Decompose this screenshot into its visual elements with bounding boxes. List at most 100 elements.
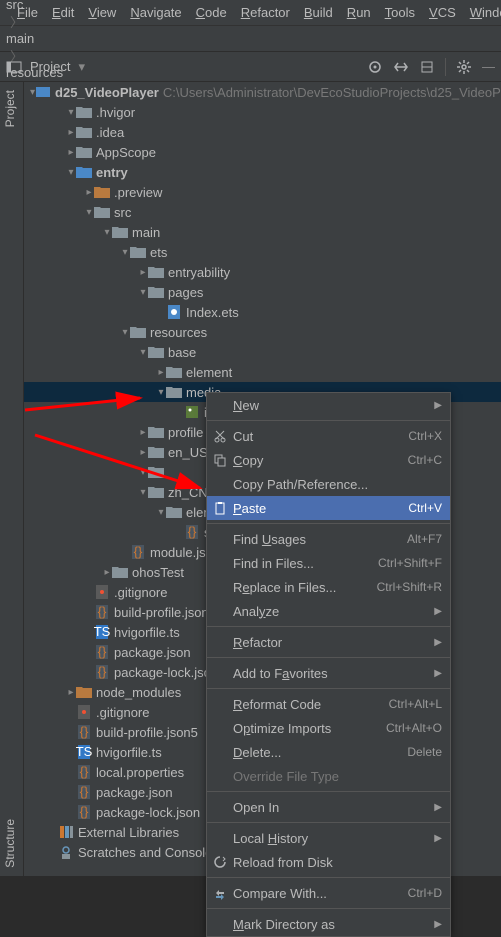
submenu-arrow-icon: ▶ xyxy=(434,833,442,844)
collapse-icon[interactable] xyxy=(419,59,435,75)
tree-item-label: base xyxy=(168,345,196,360)
menu-item-reload-from-disk[interactable]: Reload from Disk xyxy=(207,850,450,874)
tree-item-label: en_US xyxy=(168,445,208,460)
expand-arrow-icon[interactable]: ▾ xyxy=(138,487,148,498)
menu-window[interactable]: Window xyxy=(463,2,501,23)
menu-item-analyze[interactable]: Analyze▶ xyxy=(207,599,450,623)
tree-item-label: element xyxy=(186,365,232,380)
menu-tools[interactable]: Tools xyxy=(378,2,422,23)
project-label[interactable]: Project xyxy=(30,59,70,74)
menu-separator xyxy=(207,791,450,792)
tree-item[interactable]: ▸.preview xyxy=(24,182,501,202)
menu-item-replace-in-files-[interactable]: Replace in Files...Ctrl+Shift+R xyxy=(207,575,450,599)
expand-arrow-icon[interactable]: ▾ xyxy=(66,167,76,178)
context-menu: New▶ CutCtrl+XCopyCtrl+CCopy Path/Referen… xyxy=(206,392,451,937)
tree-item-label: ets xyxy=(150,245,167,260)
tree-item-label: profile xyxy=(168,425,203,440)
gear-icon[interactable] xyxy=(456,59,472,75)
menu-refactor[interactable]: Refactor xyxy=(234,2,297,23)
expand-arrow-icon[interactable]: ▾ xyxy=(156,387,166,398)
menu-separator xyxy=(207,657,450,658)
expand-arrow-icon[interactable]: ▾ xyxy=(138,347,148,358)
menu-item-copy[interactable]: CopyCtrl+C xyxy=(207,448,450,472)
expand-arrow-icon[interactable]: ▸ xyxy=(138,447,148,458)
expand-arrow-icon[interactable]: ▸ xyxy=(138,427,148,438)
structure-tab[interactable]: Structure xyxy=(0,811,20,876)
expand-arrow-icon[interactable]: ▾ xyxy=(138,287,148,298)
menu-run[interactable]: Run xyxy=(340,2,378,23)
target-icon[interactable] xyxy=(367,59,383,75)
expand-arrow-icon[interactable]: ▸ xyxy=(156,367,166,378)
menu-item-delete-[interactable]: Delete...Delete xyxy=(207,740,450,764)
menu-shortcut: Ctrl+Alt+O xyxy=(386,721,442,735)
tree-item[interactable]: ▾ ets xyxy=(24,242,501,262)
menu-item-find-usages[interactable]: Find UsagesAlt+F7 xyxy=(207,527,450,551)
tree-item-label: main xyxy=(132,225,160,240)
tree-item[interactable]: ▸entryability xyxy=(24,262,501,282)
minimize-icon[interactable]: — xyxy=(482,59,495,74)
menu-item-refactor[interactable]: Refactor▶ xyxy=(207,630,450,654)
menu-item-find-in-files-[interactable]: Find in Files...Ctrl+Shift+F xyxy=(207,551,450,575)
menu-item-cut[interactable]: CutCtrl+X xyxy=(207,424,450,448)
tree-item[interactable]: Index.ets xyxy=(24,302,501,322)
expand-arrow-icon[interactable]: ▾ xyxy=(84,207,94,218)
dropdown-arrow-icon[interactable]: ▾ xyxy=(78,59,85,75)
menu-item-local-history[interactable]: Local History ▶ xyxy=(207,826,450,850)
tree-item-label: ohosTest xyxy=(132,565,184,580)
tree-item[interactable]: ▾.hvigor xyxy=(24,102,501,122)
tree-item[interactable]: ▾ main xyxy=(24,222,501,242)
menu-item-label: Local History xyxy=(233,831,308,846)
breadcrumb-item[interactable]: src xyxy=(6,0,110,12)
menu-item-compare-with-[interactable]: Compare With...Ctrl+D xyxy=(207,881,450,905)
menu-separator xyxy=(207,822,450,823)
expand-arrow-icon[interactable]: ▸ xyxy=(66,147,76,158)
expand-arrow-icon[interactable]: ▸ xyxy=(66,127,76,138)
menu-item-copy-path-reference-[interactable]: Copy Path/Reference... xyxy=(207,472,450,496)
menu-separator xyxy=(207,877,450,878)
menu-item-label: Copy xyxy=(233,453,263,468)
expand-arrow-icon[interactable]: ▸ xyxy=(102,567,112,578)
tree-item[interactable]: ▾resources xyxy=(24,322,501,342)
tree-item[interactable]: ▾ entry xyxy=(24,162,501,182)
tree-item[interactable]: ▾pages xyxy=(24,282,501,302)
project-view-icon[interactable] xyxy=(6,59,22,75)
tree-item[interactable]: ▸AppScope xyxy=(24,142,501,162)
menu-vcs[interactable]: VCS xyxy=(422,2,463,23)
project-tab[interactable]: Project xyxy=(0,82,20,135)
menu-build[interactable]: Build xyxy=(297,2,340,23)
tree-item[interactable]: ▾ base xyxy=(24,342,501,362)
expand-arrow-icon[interactable]: ▸ xyxy=(138,267,148,278)
menu-code[interactable]: Code xyxy=(189,2,234,23)
expand-arrow-icon[interactable]: ▸ xyxy=(66,687,76,698)
menu-item-paste[interactable]: PasteCtrl+V xyxy=(207,496,450,520)
menu-item-label: Find Usages xyxy=(233,532,306,547)
tree-item[interactable]: ▾src xyxy=(24,202,501,222)
menu-item-mark-directory-as[interactable]: Mark Directory as▶ xyxy=(207,912,450,936)
expand-arrow-icon[interactable]: ▾ xyxy=(120,247,130,258)
svg-text:{}: {} xyxy=(80,804,89,819)
submenu-arrow-icon: ▶ xyxy=(434,919,442,930)
expand-arrow-icon[interactable]: ▾ xyxy=(66,107,76,118)
menu-navigate[interactable]: Navigate xyxy=(123,2,188,23)
tree-item[interactable]: ▸ element xyxy=(24,362,501,382)
expand-arrow-icon[interactable]: ▾ xyxy=(120,327,130,338)
menu-item-label: Reformat Code xyxy=(233,697,321,712)
menu-item-new[interactable]: New▶ xyxy=(207,393,450,417)
menu-item-optimize-imports[interactable]: Optimize ImportsCtrl+Alt+O xyxy=(207,716,450,740)
expand-arrow-icon[interactable]: ▸ xyxy=(84,187,94,198)
expand-icon[interactable] xyxy=(393,59,409,75)
expand-arrow-icon[interactable]: ▾ xyxy=(102,227,112,238)
tree-item-label: entry xyxy=(96,165,128,180)
menu-separator xyxy=(207,688,450,689)
tree-item[interactable]: ▸.idea xyxy=(24,122,501,142)
tree-root[interactable]: ▾ d25_VideoPlayer C:\Users\Administrator… xyxy=(24,82,501,102)
menu-item-open-in[interactable]: Open In▶ xyxy=(207,795,450,819)
expand-arrow-icon[interactable]: ▾ xyxy=(156,507,166,518)
menu-item-reformat-code[interactable]: Reformat CodeCtrl+Alt+L xyxy=(207,692,450,716)
menu-item-label: Reload from Disk xyxy=(233,855,333,870)
breadcrumb-item[interactable]: main xyxy=(6,31,110,46)
menu-item-label: Add to Favorites xyxy=(233,666,328,681)
tree-item-label: .gitignore xyxy=(114,585,167,600)
svg-text:{}: {} xyxy=(80,764,89,779)
menu-item-add-to-favorites[interactable]: Add to Favorites▶ xyxy=(207,661,450,685)
